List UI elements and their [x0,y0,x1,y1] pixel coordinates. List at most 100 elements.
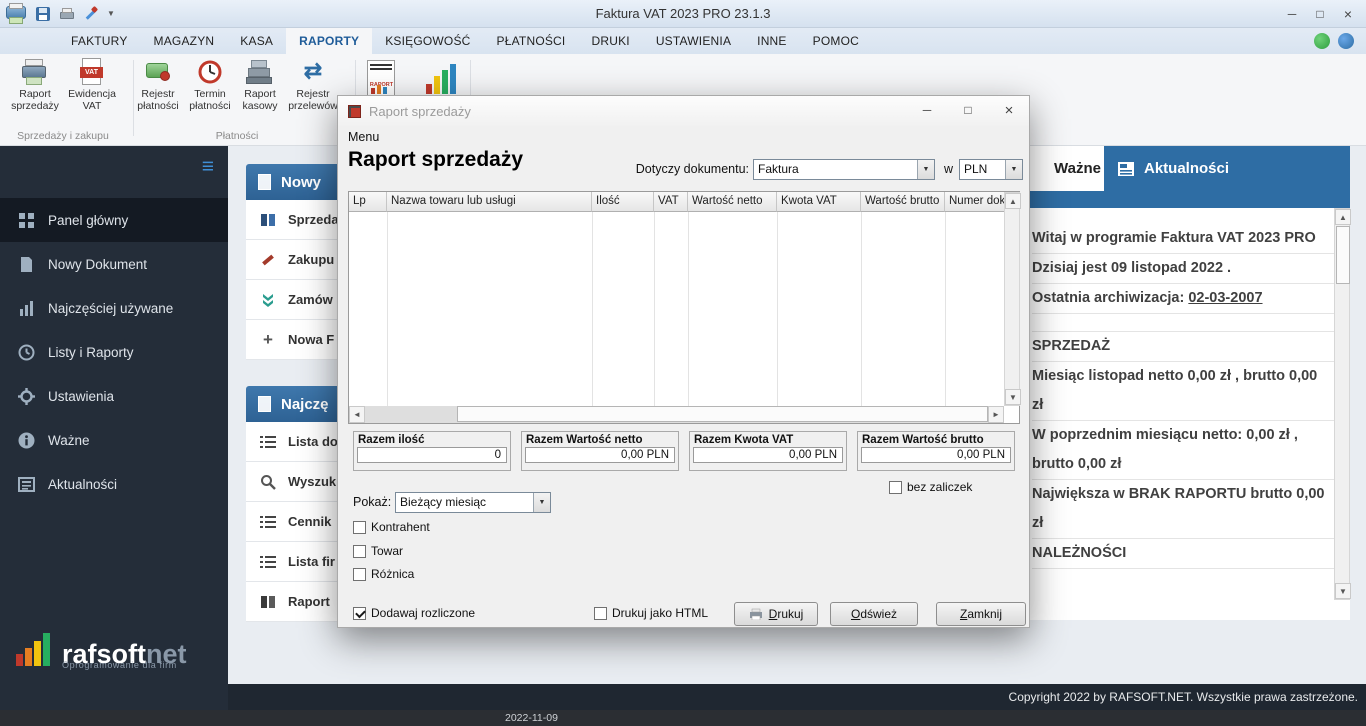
scrollbar-thumb[interactable] [457,406,988,422]
search-icon [261,474,276,490]
checkbox-box[interactable] [889,480,902,494]
scroll-up-icon[interactable]: ▲ [1005,193,1021,209]
dialog-title: Raport sprzedaży [369,103,471,119]
panel-row: Miesiąc listopad netto 0,00 zł , brutto … [1032,362,1350,421]
ribbon-raport-kasowy[interactable]: Raport kasowy [232,58,288,113]
tab-faktury[interactable]: FAKTURY [58,28,141,54]
minimize-button[interactable]: ─ [1278,4,1306,24]
plus-icon: + [263,329,273,349]
sidebar-item-label: Ważne [48,432,90,448]
scroll-down-icon[interactable]: ▼ [1005,389,1021,405]
table-horizontal-scrollbar[interactable]: ◄ ► [349,406,1004,423]
checkbox-box[interactable] [353,520,366,534]
column-header-numer-dok[interactable]: Numer dok [945,192,1005,212]
period-select[interactable]: Bieżący miesiąc ▼ [395,492,551,513]
grid-icon [19,212,34,228]
column-header-kwota-vat[interactable]: Kwota VAT [777,192,861,212]
ribbon-rejestr-platnosci[interactable]: Rejestr płatności [130,58,186,113]
dialog-heading: Raport sprzedaży [348,148,524,171]
panel-row: Ostatnia archiwizacja: 02-03-2007 [1032,284,1350,314]
odswiez-button[interactable]: Odśwież [830,602,918,626]
sidebar-item-nowy-dokument[interactable]: Nowy Dokument [0,242,228,286]
dialog-close-button[interactable]: × [997,100,1021,120]
dialog-menu[interactable]: Menu [348,130,379,144]
zamknij-button[interactable]: Zamknij [936,602,1026,626]
tab-pomoc[interactable]: POMOC [800,28,872,54]
table-vertical-scrollbar[interactable]: ▲ ▼ [1004,192,1021,406]
dialog-maximize-button[interactable]: □ [956,100,980,120]
list-icon [260,515,276,528]
info-icon[interactable] [1338,33,1354,49]
total-vat-group: Razem Kwota VAT 0,00 PLN [689,431,847,471]
hamburger-menu-icon[interactable]: ≡ [202,156,214,177]
column-header-ilosc[interactable]: Ilość [592,192,654,212]
drukuj-button[interactable]: Drukuj [734,602,818,626]
ribbon-ewidencja-vat[interactable]: VAT Ewidencja VAT [64,58,120,113]
column-header-wartosc-brutto[interactable]: Wartość brutto [861,192,945,212]
chevron-down-icon[interactable]: ▼ [917,160,934,179]
maximize-button[interactable]: □ [1306,4,1334,24]
kontrahent-checkbox[interactable]: Kontrahent [353,520,430,534]
chevron-down-icon[interactable]: ▼ [533,493,550,512]
total-ilosc-group: Razem ilość 0 [353,431,511,471]
column-header-lp[interactable]: Lp [349,192,387,212]
scroll-left-icon[interactable]: ◄ [349,406,365,423]
sidebar-item-listy-i-raporty[interactable]: Listy i Raporty [0,330,228,374]
globe-icon[interactable] [1314,33,1330,49]
dialog-title-bar: Raport sprzedaży ─ □ × [338,96,1029,126]
bez-zaliczek-checkbox[interactable]: bez zaliczek [889,480,972,494]
tab-kasa[interactable]: KASA [227,28,286,54]
tab-magazyn[interactable]: MAGAZYN [141,28,228,54]
dodawaj-rozliczone-checkbox[interactable]: Dodawaj rozliczone [353,606,475,620]
close-button[interactable]: × [1334,4,1362,24]
tab-platnosci[interactable]: PŁATNOŚCI [484,28,579,54]
tab-ksiegowosc[interactable]: KSIĘGOWOŚĆ [372,28,483,54]
checkbox-box[interactable] [353,606,366,620]
sidebar-item-aktualnosci[interactable]: Aktualności [0,462,228,506]
column-header-vat[interactable]: VAT [654,192,688,212]
sidebar-item-wazne[interactable]: Ważne [0,418,228,462]
tab-raporty[interactable]: RAPORTY [286,28,373,54]
tab-inne[interactable]: INNE [744,28,799,54]
tab-druki[interactable]: DRUKI [578,28,642,54]
scroll-right-icon[interactable]: ► [988,406,1004,423]
sidebar-item-najczesciej-uzywane[interactable]: Najczęściej używane [0,286,228,330]
document-type-select[interactable]: Faktura ▼ [753,159,935,180]
deadline-clock-icon [195,58,225,86]
panel-tab-aktualnosci[interactable]: Aktualności [1104,146,1350,191]
towar-checkbox[interactable]: Towar [353,544,403,558]
sidebar-item-panel-glowny[interactable]: Panel główny [0,198,228,242]
new-document-icon [258,174,271,190]
scroll-up-icon[interactable]: ▲ [1335,209,1351,225]
checkbox-box[interactable] [353,567,366,581]
panel-tab-wazne[interactable]: Ważne [1030,146,1104,191]
ribbon-raport-sprzedazy[interactable]: Raport sprzedaży [7,58,63,113]
scrollbar-thumb[interactable] [1336,226,1350,284]
dialog-minimize-button[interactable]: ─ [915,100,939,120]
column-header-nazwa[interactable]: Nazwa towaru lub usługi [387,192,592,212]
ribbon-raport-icon[interactable]: RAPORT [363,60,401,100]
double-chevron-down-icon [263,293,273,307]
roznica-checkbox[interactable]: Różnica [353,567,414,581]
vat-badge: VAT [80,67,103,78]
ribbon-group-platnosci: Płatności [215,130,259,142]
scroll-down-icon[interactable]: ▼ [1335,583,1351,599]
sidebar-item-ustawienia[interactable]: Ustawienia [0,374,228,418]
chevron-down-icon[interactable]: ▼ [1005,160,1022,179]
drukuj-html-checkbox[interactable]: Drukuj jako HTML [594,606,708,620]
logo-chart-icon [16,633,50,666]
archive-date-link[interactable]: 02-03-2007 [1188,290,1262,306]
sidebar: ≡ Panel główny Nowy Dokument Najczęściej… [0,146,228,710]
checkbox-box[interactable] [353,544,366,558]
ribbon-termin-platnosci[interactable]: Termin płatności [182,58,238,113]
column-header-wartosc-netto[interactable]: Wartość netto [688,192,777,212]
taskbar: 2022-11-09 [0,710,1366,726]
ribbon-rejestr-przelewow[interactable]: ⇄ Rejestr przelewów [282,58,344,113]
menu-tab-bar: FAKTURY MAGAZYN KASA RAPORTY KSIĘGOWOŚĆ … [0,28,1366,54]
frequent-icon [258,396,271,412]
panel-scrollbar[interactable]: ▲ ▼ [1334,208,1351,600]
currency-select[interactable]: PLN ▼ [959,159,1023,180]
ribbon-chart-icon[interactable] [424,62,460,98]
checkbox-box[interactable] [594,606,607,620]
tab-ustawienia[interactable]: USTAWIENIA [643,28,744,54]
